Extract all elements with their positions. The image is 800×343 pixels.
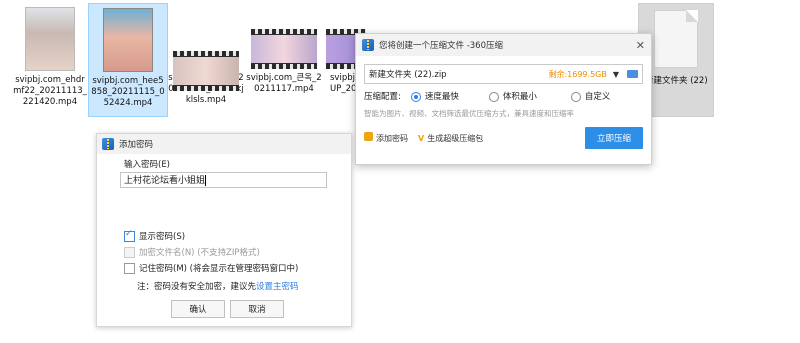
video-thumbnail [173,51,239,91]
file-item[interactable]: svipbj.com_큰옥_20211116_82kkdkjklsls.mp4 [166,3,246,117]
compress-window: 您将创建一个压缩文件 -360压缩 ✕ 新建文件夹 (22).zip 剩余:16… [355,33,652,165]
option-custom[interactable]: 自定义 [570,90,610,102]
document-icon [654,10,698,68]
password-input-label: 输入密码(E) [124,160,171,170]
radio-icon [410,91,421,102]
radio-icon [570,91,581,102]
checkbox-disabled-icon [124,247,135,258]
file-name: svipbj.com_ehdrmf22_20211113_221420.mp4 [13,75,87,107]
radio-icon [488,91,499,102]
config-label: 压缩配置: [364,92,401,102]
option-fastest[interactable]: 速度最快 [410,90,489,102]
video-thumbnail [25,7,75,71]
file-item[interactable]: svipbj.com_ehdrmf22_20211113_221420.mp4 [10,3,90,117]
password-titlebar: 添加密码 [97,134,351,154]
option-smallest[interactable]: 体积最小 [488,90,571,102]
close-icon[interactable]: ✕ [636,39,645,52]
compress-titlebar: 您将创建一个压缩文件 -360压缩 ✕ [356,34,651,56]
lock-icon [364,132,373,141]
archive-name-field[interactable]: 新建文件夹 (22).zip 剩余:1699.5GB ▼ [364,64,643,84]
archive-name: 新建文件夹 (22).zip [369,70,447,80]
checkbox-checked-icon [124,229,135,242]
password-note: 注：密码没有安全加密，建议先设置主密码 [137,282,299,292]
file-item-selected[interactable]: svipbj.com_hee5858_20211115_052424.mp4 [88,3,168,117]
video-thumbnail [251,29,317,69]
compress-config-row: 压缩配置: 速度最快 体积最小 自定义 [364,90,643,102]
file-name: svipbj.com_큰옥_20211117.mp4 [246,73,322,94]
v-icon: V [418,133,425,143]
zip-app-icon [362,39,374,51]
zip-app-icon [102,138,114,150]
checkbox-icon [124,263,135,274]
file-name: svipbj.com_hee5858_20211115_052424.mp4 [91,76,165,108]
free-space: 剩余:1699.5GB [548,69,607,79]
set-master-password-link[interactable]: 设置主密码 [256,282,299,292]
add-password-link[interactable]: 添加密码 [364,132,408,144]
cancel-button[interactable]: 取消 [230,300,284,318]
password-input[interactable]: 上村花论坛看小姐姐 [120,172,327,188]
encrypt-filename-option: 加密文件名(N) (不支持ZIP格式) [124,246,260,258]
compress-hint: 智能为图片、视频、文档筛选最优压缩方式，兼具速度和压缩率 [364,109,574,118]
show-password-option[interactable]: 显示密码(S) [124,229,185,242]
remember-password-option[interactable]: 记住密码(M) (将会显示在管理密码窗口中) [124,262,298,274]
file-item[interactable]: svipbj.com_큰옥_20211117.mp4 [244,3,324,117]
add-password-dialog: 添加密码 输入密码(E) 上村花论坛看小姐姐 显示密码(S) 加密文件名(N) … [96,133,352,327]
confirm-button[interactable]: 确认 [171,300,225,318]
folder-icon[interactable] [627,70,638,78]
password-title: 添加密码 [119,140,154,150]
video-thumbnail [103,8,153,72]
chevron-down-icon[interactable]: ▼ [613,70,619,79]
compress-actions: 添加密码 V 生成超级压缩包 立即压缩 [364,127,643,149]
super-package-link[interactable]: V 生成超级压缩包 [418,133,483,144]
compress-title: 您将创建一个压缩文件 -360压缩 [379,41,503,51]
compress-now-button[interactable]: 立即压缩 [585,127,643,149]
